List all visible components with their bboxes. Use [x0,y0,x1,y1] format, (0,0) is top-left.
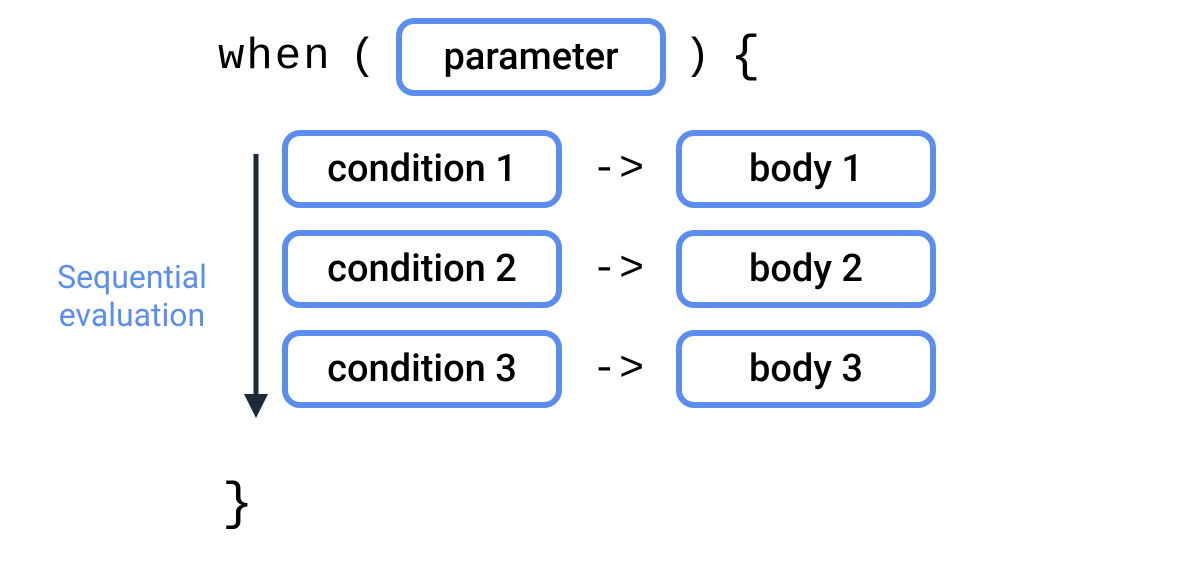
branch-row: condition 1 -> body 1 [282,130,936,208]
open-paren: ( [350,32,378,82]
sequential-evaluation-label: Sequential evaluation [32,258,232,335]
branch-rows: condition 1 -> body 1 condition 2 -> bod… [282,130,936,408]
condition-box: condition 3 [282,330,562,408]
when-header-row: when ( parameter ) { [218,18,762,96]
close-brace: } [222,475,253,534]
condition-box: condition 2 [282,230,562,308]
body-box: body 3 [676,330,936,408]
when-keyword: when [218,32,332,82]
open-brace: { [730,29,762,86]
condition-box: condition 1 [282,130,562,208]
body-box: body 2 [676,230,936,308]
branch-row: condition 3 -> body 3 [282,330,936,408]
arrow-operator: -> [584,345,654,393]
arrow-operator: -> [584,245,654,293]
close-paren: ) [684,32,712,82]
body-box: body 1 [676,130,936,208]
annotation-line2: evaluation [59,296,205,334]
parameter-box: parameter [396,18,666,96]
down-arrow-icon [236,150,276,420]
annotation-line1: Sequential [57,258,207,296]
branch-row: condition 2 -> body 2 [282,230,936,308]
arrow-operator: -> [584,145,654,193]
